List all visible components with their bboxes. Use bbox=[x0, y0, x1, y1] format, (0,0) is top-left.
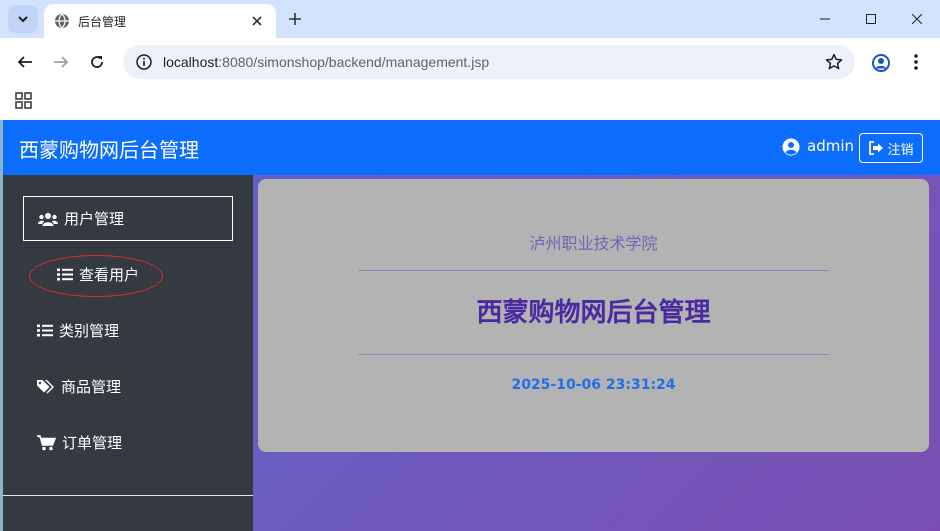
maximize-button[interactable] bbox=[848, 0, 894, 38]
close-icon[interactable] bbox=[248, 12, 266, 30]
tags-icon bbox=[37, 380, 54, 394]
url-host: localhost bbox=[163, 54, 219, 70]
users-icon bbox=[38, 212, 58, 226]
sign-out-icon bbox=[869, 141, 884, 155]
arrow-left-icon bbox=[17, 56, 32, 68]
maximize-icon bbox=[866, 14, 876, 24]
globe-icon bbox=[55, 13, 69, 29]
plus-icon bbox=[289, 13, 301, 25]
sidebar-item-user-management[interactable]: 用户管理 bbox=[23, 196, 233, 241]
sidebar-item-label: 商品管理 bbox=[61, 378, 122, 396]
user-circle-icon bbox=[782, 138, 800, 156]
page-title: 西蒙购物网后台管理 bbox=[476, 298, 711, 328]
tab-strip: 后台管理 bbox=[0, 0, 940, 38]
shopping-cart-icon bbox=[37, 434, 56, 450]
sidebar-divider bbox=[3, 495, 253, 496]
web-page: 西蒙购物网后台管理 admin 注销 用户管理 查看用户 类别管理 商品管理 订… bbox=[3, 120, 940, 531]
browser-tab[interactable]: 后台管理 bbox=[44, 4, 276, 38]
url-text: localhost:8080/simonshop/backend/managem… bbox=[163, 54, 489, 70]
logout-button[interactable]: 注销 bbox=[859, 133, 923, 163]
current-datetime: 2025-10-06 23:31:24 bbox=[511, 377, 676, 393]
tab-title: 后台管理 bbox=[78, 14, 127, 29]
forward-button[interactable] bbox=[47, 48, 75, 76]
school-name: 泸州职业技术学院 bbox=[529, 234, 658, 253]
chevron-down-icon bbox=[18, 16, 28, 23]
minimize-button[interactable] bbox=[802, 0, 848, 38]
new-tab-button[interactable] bbox=[284, 8, 306, 30]
tab-search-button[interactable] bbox=[8, 5, 38, 33]
sidebar-item-label: 类别管理 bbox=[59, 322, 120, 340]
apps-grid-icon[interactable] bbox=[15, 92, 33, 110]
divider bbox=[358, 354, 829, 355]
brand-title[interactable]: 西蒙购物网后台管理 bbox=[19, 134, 199, 163]
arrow-right-icon bbox=[54, 56, 69, 68]
annotation-circle bbox=[29, 255, 163, 297]
username: admin bbox=[807, 137, 854, 155]
welcome-card: 泸州职业技术学院 西蒙购物网后台管理 2025-10-06 23:31:24 bbox=[258, 179, 929, 452]
browser-toolbar: localhost:8080/simonshop/backend/managem… bbox=[0, 38, 940, 86]
site-info-icon[interactable] bbox=[135, 53, 153, 71]
bookmarks-bar bbox=[0, 86, 940, 120]
sidebar-item-label: 订单管理 bbox=[62, 434, 123, 452]
address-bar[interactable]: localhost:8080/simonshop/backend/managem… bbox=[123, 45, 855, 79]
more-menu-icon[interactable] bbox=[906, 50, 926, 74]
sidebar-item-product-management[interactable]: 商品管理 bbox=[23, 364, 233, 409]
divider bbox=[358, 270, 829, 271]
url-path: :8080/simonshop/backend/management.jsp bbox=[218, 54, 490, 70]
minimize-icon bbox=[820, 18, 830, 20]
sidebar-item-order-management[interactable]: 订单管理 bbox=[23, 420, 233, 465]
sidebar-item-label: 用户管理 bbox=[64, 210, 125, 228]
reload-button[interactable] bbox=[83, 48, 111, 76]
window-close-button[interactable] bbox=[894, 0, 940, 38]
app-navbar: 西蒙购物网后台管理 admin 注销 bbox=[3, 120, 940, 175]
reload-icon bbox=[91, 56, 103, 68]
bookmark-star-icon[interactable] bbox=[825, 53, 843, 71]
sidebar: 用户管理 查看用户 类别管理 商品管理 订单管理 bbox=[3, 175, 253, 531]
profile-icon[interactable] bbox=[868, 50, 894, 76]
list-icon bbox=[37, 324, 53, 337]
back-button[interactable] bbox=[11, 48, 39, 76]
sidebar-item-category-management[interactable]: 类别管理 bbox=[23, 308, 233, 353]
logout-label: 注销 bbox=[887, 142, 914, 158]
close-icon bbox=[912, 14, 922, 24]
